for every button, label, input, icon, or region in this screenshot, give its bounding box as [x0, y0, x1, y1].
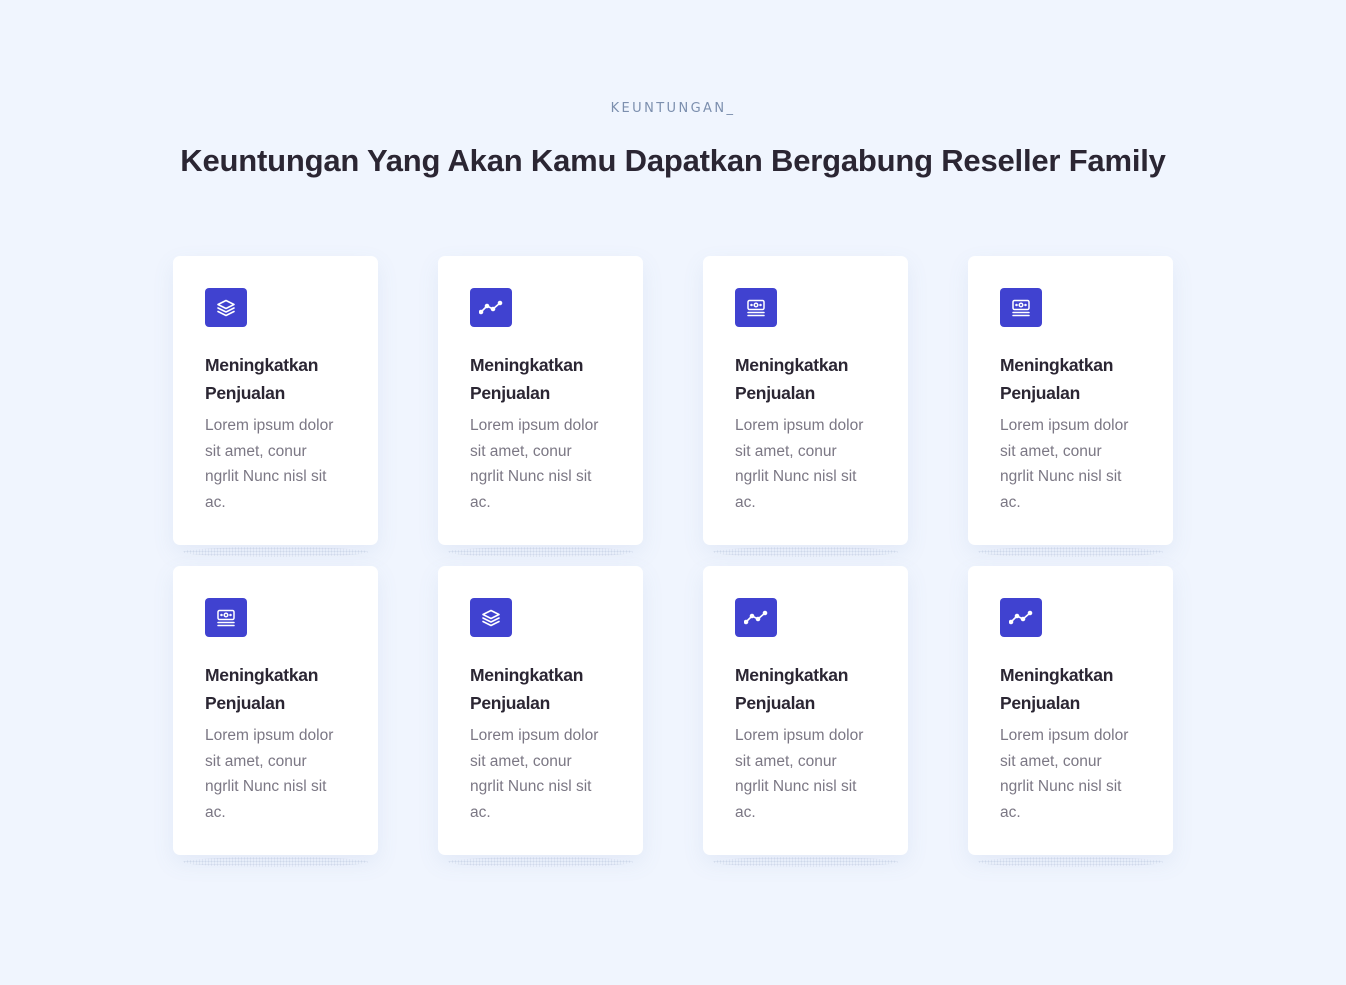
- card-title: Meningkatkan Penjualan: [470, 665, 584, 713]
- card-description: Lorem ipsum dolor sit amet, conur ngrlit…: [470, 727, 599, 821]
- section-headline: Keuntungan Yang Akan Kamu Dapatkan Berga…: [180, 143, 1166, 178]
- card-description: Lorem ipsum dolor sit amet, conur ngrlit…: [735, 417, 864, 511]
- card-title: Meningkatkan Penjualan: [205, 355, 319, 403]
- benefit-card: Meningkatkan Penjualan Lorem ipsum dolor…: [968, 256, 1173, 557]
- benefits-grid: Meningkatkan Penjualan Lorem ipsum dolor…: [173, 256, 1173, 867]
- card-title: Meningkatkan Penjualan: [470, 355, 584, 403]
- money-stack-icon: [735, 288, 777, 327]
- money-stack-icon: [205, 598, 247, 637]
- card-title: Meningkatkan Penjualan: [205, 665, 319, 713]
- trend-line-icon: [1000, 598, 1042, 637]
- card-title: Meningkatkan Penjualan: [735, 355, 849, 403]
- card-description: Lorem ipsum dolor sit amet, conur ngrlit…: [205, 727, 334, 821]
- card-title: Meningkatkan Penjualan: [1000, 665, 1114, 713]
- layers-icon: [205, 288, 247, 327]
- trend-line-icon: [735, 598, 777, 637]
- section-eyebrow: KEUNTUNGAN_: [610, 101, 736, 116]
- card-description: Lorem ipsum dolor sit amet, conur ngrlit…: [1000, 417, 1129, 511]
- card-description: Lorem ipsum dolor sit amet, conur ngrlit…: [735, 727, 864, 821]
- benefit-card: Meningkatkan Penjualan Lorem ipsum dolor…: [703, 566, 908, 867]
- money-stack-icon: [1000, 288, 1042, 327]
- card-description: Lorem ipsum dolor sit amet, conur ngrlit…: [1000, 727, 1129, 821]
- benefit-card: Meningkatkan Penjualan Lorem ipsum dolor…: [173, 566, 378, 867]
- benefit-card: Meningkatkan Penjualan Lorem ipsum dolor…: [438, 566, 643, 867]
- card-title: Meningkatkan Penjualan: [735, 665, 849, 713]
- trend-line-icon: [470, 288, 512, 327]
- benefit-card: Meningkatkan Penjualan Lorem ipsum dolor…: [438, 256, 643, 557]
- benefit-card: Meningkatkan Penjualan Lorem ipsum dolor…: [173, 256, 378, 557]
- card-description: Lorem ipsum dolor sit amet, conur ngrlit…: [205, 417, 334, 511]
- card-title: Meningkatkan Penjualan: [1000, 355, 1114, 403]
- card-description: Lorem ipsum dolor sit amet, conur ngrlit…: [470, 417, 599, 511]
- layers-icon: [470, 598, 512, 637]
- benefit-card: Meningkatkan Penjualan Lorem ipsum dolor…: [703, 256, 908, 557]
- benefit-card: Meningkatkan Penjualan Lorem ipsum dolor…: [968, 566, 1173, 867]
